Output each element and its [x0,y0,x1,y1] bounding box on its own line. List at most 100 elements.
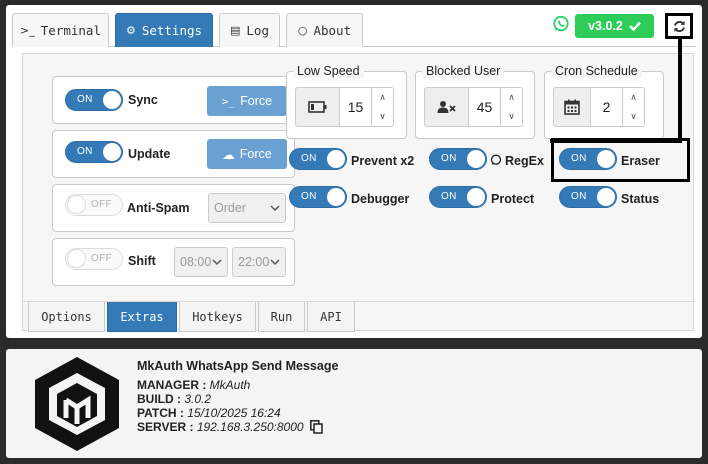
tab-terminal[interactable]: >_ Terminal [12,13,109,47]
antispam-label: Anti-Spam [127,201,190,215]
refresh-icon [673,20,685,32]
chevron-up-icon[interactable]: ∧ [630,92,637,103]
toggle-state: OFF [91,199,112,210]
tab-label: Settings [141,23,203,38]
subtab-hotkeys[interactable]: Hotkeys [179,302,256,332]
prevent-label: Prevent x2 [351,154,415,168]
tab-label: About [313,23,352,38]
shift-row: OFF Shift 08:00 22:00 [52,238,295,286]
manager-line: MANAGER : MkAuth [137,378,250,392]
debugger-toggle[interactable]: ON [289,186,347,208]
chevron-up-icon[interactable]: ∧ [379,92,386,103]
sync-toggle[interactable]: ON [65,89,123,111]
low-speed-spinner[interactable]: ∧ ∨ [372,87,394,127]
chevron-down-icon [212,258,222,265]
shift-end-select[interactable]: 22:00 [232,247,286,277]
select-value: Order [214,201,246,215]
antispam-toggle[interactable]: OFF [65,194,123,216]
tab-about[interactable]: ○ About [286,13,363,47]
calendar-icon [553,87,591,127]
sync-force-button[interactable]: >_ Force [207,86,287,116]
chevron-down-icon[interactable]: ∨ [379,111,386,122]
subtab-options[interactable]: Options [28,302,105,332]
shift-label: Shift [128,254,156,268]
toggle-knob [467,150,485,168]
highlight-box [551,138,690,182]
user-times-icon [424,87,469,127]
toggle-state: ON [571,191,587,202]
cron-input[interactable]: 2 [591,87,623,127]
chevron-down-icon[interactable]: ∨ [508,111,515,122]
protect-toggle[interactable]: ON [429,186,487,208]
chevron-up-icon[interactable]: ∧ [508,92,515,103]
chevron-down-icon [270,258,280,265]
shift-toggle[interactable]: OFF [65,248,123,270]
toggle-state: ON [77,146,93,157]
terminal-icon: >_ [20,24,35,37]
shift-start-select[interactable]: 08:00 [174,247,228,277]
force-label: Force [239,147,272,161]
status-label: Status [621,192,660,206]
comment-icon: ○ [297,24,308,37]
sub-tabbar: Options Extras Hotkeys Run API [23,301,695,332]
build-value: 3.0.2 [184,392,212,406]
whatsapp-icon [553,15,569,32]
cron-spinner[interactable]: ∧ ∨ [623,87,645,127]
select-value: 22:00 [238,255,270,269]
whatsapp-icon [490,154,502,165]
subtab-run[interactable]: Run [258,302,305,332]
low-speed-input[interactable]: 15 [340,87,372,127]
patch-value: 15/10/2025 16:24 [187,406,281,420]
subtab-extras[interactable]: Extras [107,302,177,332]
about-footer: MkAuth WhatsApp Send Message MANAGER : M… [6,349,702,458]
prevent-toggle[interactable]: ON [289,148,347,170]
blocked-user-legend: Blocked User [422,64,505,78]
select-value: 08:00 [180,255,212,269]
blocked-user-fieldset: Blocked User 45 ∧ ∨ [415,64,535,139]
regex-label: RegEx [505,154,544,168]
main-panel: >_ Terminal ⚙ Settings ▤ Log ○ About v3.… [6,5,702,338]
toggle-knob [467,188,485,206]
list-icon: ▤ [230,24,241,37]
cron-legend: Cron Schedule [551,64,642,78]
update-label: Update [128,147,171,161]
battery-low-icon [295,87,340,127]
order-select[interactable]: Order [208,193,286,223]
server-label: SERVER : [137,420,194,434]
toggle-knob [67,195,86,214]
tab-log[interactable]: ▤ Log [219,13,280,47]
blocked-user-spinner[interactable]: ∧ ∨ [501,87,523,127]
force-label: Force [240,94,273,108]
server-line: SERVER : 192.168.3.250:8000 [137,420,323,434]
cloud-download-icon: ☁ [222,147,235,162]
manager-label: MANAGER : [137,378,207,392]
copy-icon[interactable] [309,420,323,434]
version-label: v3.0.2 [588,19,623,33]
blocked-user-input[interactable]: 45 [469,87,501,127]
refresh-button[interactable] [665,13,693,39]
mkauth-logo-icon [35,357,119,451]
subtab-api[interactable]: API [307,302,355,332]
update-toggle[interactable]: ON [65,141,123,163]
chevron-down-icon[interactable]: ∨ [630,111,637,122]
toggle-knob [103,143,121,161]
debugger-label: Debugger [351,192,410,206]
status-toggle[interactable]: ON [559,186,617,208]
tab-label: Log [246,23,269,38]
highlight-connector [678,39,682,143]
update-force-button[interactable]: ☁ Force [207,139,287,169]
tab-label: Terminal [40,23,101,38]
regex-toggle[interactable]: ON [429,148,487,170]
version-badge[interactable]: v3.0.2 [575,14,654,38]
terminal-icon: >_ [221,94,236,108]
manager-value: MkAuth [209,378,251,392]
protect-label: Protect [491,192,535,206]
toggle-knob [327,150,345,168]
toggle-state: ON [441,191,457,202]
update-row: ON Update ☁ Force [52,130,295,178]
toggle-state: OFF [91,253,112,264]
sync-label: Sync [128,93,158,107]
tab-settings[interactable]: ⚙ Settings [115,13,213,47]
toggle-state: ON [301,153,317,164]
toggle-state: ON [301,191,317,202]
